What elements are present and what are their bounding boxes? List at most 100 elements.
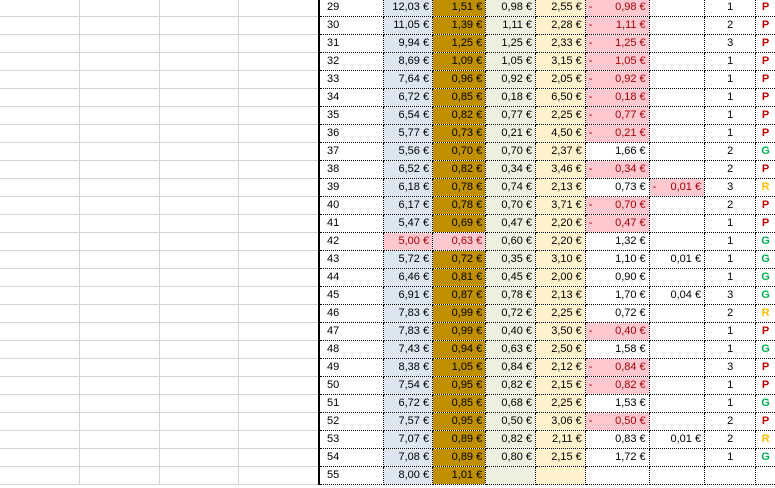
unit-price-cell[interactable]: 0,87 € (432, 286, 487, 305)
empty-cell[interactable] (238, 250, 321, 269)
cost-cell[interactable] (485, 466, 537, 485)
row-id-cell[interactable]: 39 (319, 178, 385, 197)
empty-cell[interactable] (159, 142, 240, 161)
unit-price-cell[interactable]: 1,39 € (432, 16, 487, 35)
count-cell[interactable]: 1 (704, 52, 757, 71)
cost-cell[interactable]: 0,70 € (485, 142, 537, 161)
count-cell[interactable]: 3 (704, 34, 757, 53)
difference-cell[interactable]: 0,72 € (585, 304, 650, 323)
empty-cell[interactable] (238, 88, 321, 107)
price-cell[interactable]: 7,83 € (383, 322, 434, 341)
value-cell[interactable]: 2,11 € (535, 430, 586, 449)
difference-cell[interactable]: - 0,50 € (585, 412, 650, 431)
empty-cell[interactable] (159, 394, 240, 413)
row-id-cell[interactable]: 31 (319, 34, 385, 53)
unit-price-cell[interactable]: 1,01 € (432, 466, 487, 485)
empty-cell[interactable] (0, 376, 80, 395)
count-cell[interactable]: 1 (704, 106, 757, 125)
difference-cell[interactable]: - 0,70 € (585, 196, 650, 215)
value-cell[interactable]: 2,20 € (535, 214, 586, 233)
unit-price-cell[interactable]: 0,94 € (432, 340, 487, 359)
adjustment-cell[interactable] (649, 304, 706, 323)
price-cell[interactable]: 9,94 € (383, 34, 434, 53)
empty-cell[interactable] (238, 52, 321, 71)
empty-cell[interactable] (159, 178, 240, 197)
empty-cell[interactable] (238, 214, 321, 233)
count-cell[interactable]: 2 (704, 412, 757, 431)
empty-cell[interactable] (0, 124, 80, 143)
price-cell[interactable]: 6,17 € (383, 196, 434, 215)
cost-cell[interactable]: 0,84 € (485, 358, 537, 377)
price-cell[interactable]: 5,72 € (383, 250, 434, 269)
empty-cell[interactable] (238, 376, 321, 395)
empty-cell[interactable] (0, 430, 80, 449)
row-id-cell[interactable]: 51 (319, 394, 385, 413)
status-cell[interactable]: P (755, 124, 775, 143)
difference-cell[interactable]: - 0,84 € (585, 358, 650, 377)
price-cell[interactable]: 5,56 € (383, 142, 434, 161)
count-cell[interactable]: 1 (704, 0, 757, 17)
row-id-cell[interactable]: 49 (319, 358, 385, 377)
empty-cell[interactable] (238, 70, 321, 89)
empty-cell[interactable] (79, 322, 160, 341)
unit-price-cell[interactable]: 0,81 € (432, 268, 487, 287)
adjustment-cell[interactable] (649, 340, 706, 359)
status-cell[interactable]: P (755, 412, 775, 431)
difference-cell[interactable]: 1,72 € (585, 448, 650, 467)
adjustment-cell[interactable] (649, 142, 706, 161)
row-id-cell[interactable]: 36 (319, 124, 385, 143)
empty-cell[interactable] (79, 376, 160, 395)
difference-cell[interactable]: - 0,77 € (585, 106, 650, 125)
empty-cell[interactable] (0, 88, 80, 107)
row-id-cell[interactable]: 40 (319, 196, 385, 215)
adjustment-cell[interactable] (649, 88, 706, 107)
row-id-cell[interactable]: 55 (319, 466, 385, 485)
price-cell[interactable]: 7,43 € (383, 340, 434, 359)
empty-cell[interactable] (79, 52, 160, 71)
row-id-cell[interactable]: 43 (319, 250, 385, 269)
value-cell[interactable]: 4,50 € (535, 124, 586, 143)
status-cell[interactable]: G (755, 448, 775, 467)
count-cell[interactable]: 1 (704, 322, 757, 341)
adjustment-cell[interactable]: 0,04 € (649, 286, 706, 305)
empty-cell[interactable] (0, 142, 80, 161)
cost-cell[interactable]: 0,82 € (485, 430, 537, 449)
price-cell[interactable]: 6,54 € (383, 106, 434, 125)
value-cell[interactable]: 2,25 € (535, 106, 586, 125)
empty-cell[interactable] (159, 304, 240, 323)
count-cell[interactable]: 1 (704, 124, 757, 143)
empty-cell[interactable] (159, 412, 240, 431)
empty-cell[interactable] (159, 232, 240, 251)
price-cell[interactable]: 6,91 € (383, 286, 434, 305)
price-cell[interactable]: 7,07 € (383, 430, 434, 449)
unit-price-cell[interactable]: 0,82 € (432, 160, 487, 179)
unit-price-cell[interactable]: 0,78 € (432, 178, 487, 197)
value-cell[interactable]: 2,12 € (535, 358, 586, 377)
status-cell[interactable]: P (755, 70, 775, 89)
empty-cell[interactable] (159, 286, 240, 305)
empty-cell[interactable] (159, 124, 240, 143)
empty-cell[interactable] (0, 250, 80, 269)
cost-cell[interactable]: 0,34 € (485, 160, 537, 179)
status-cell[interactable]: P (755, 322, 775, 341)
count-cell[interactable]: 1 (704, 70, 757, 89)
price-cell[interactable]: 7,08 € (383, 448, 434, 467)
empty-cell[interactable] (79, 430, 160, 449)
adjustment-cell[interactable]: - 0,01 € (649, 178, 706, 197)
empty-cell[interactable] (238, 0, 321, 17)
row-id-cell[interactable]: 32 (319, 52, 385, 71)
count-cell[interactable]: 3 (704, 358, 757, 377)
empty-cell[interactable] (159, 52, 240, 71)
cost-cell[interactable]: 0,72 € (485, 304, 537, 323)
count-cell[interactable]: 1 (704, 394, 757, 413)
difference-cell[interactable]: 1,10 € (585, 250, 650, 269)
difference-cell[interactable]: - 0,98 € (585, 0, 650, 17)
status-cell[interactable]: R (755, 430, 775, 449)
adjustment-cell[interactable] (649, 322, 706, 341)
empty-cell[interactable] (159, 430, 240, 449)
adjustment-cell[interactable] (649, 70, 706, 89)
unit-price-cell[interactable]: 0,70 € (432, 142, 487, 161)
empty-cell[interactable] (159, 196, 240, 215)
value-cell[interactable]: 2,20 € (535, 232, 586, 251)
empty-cell[interactable] (238, 142, 321, 161)
